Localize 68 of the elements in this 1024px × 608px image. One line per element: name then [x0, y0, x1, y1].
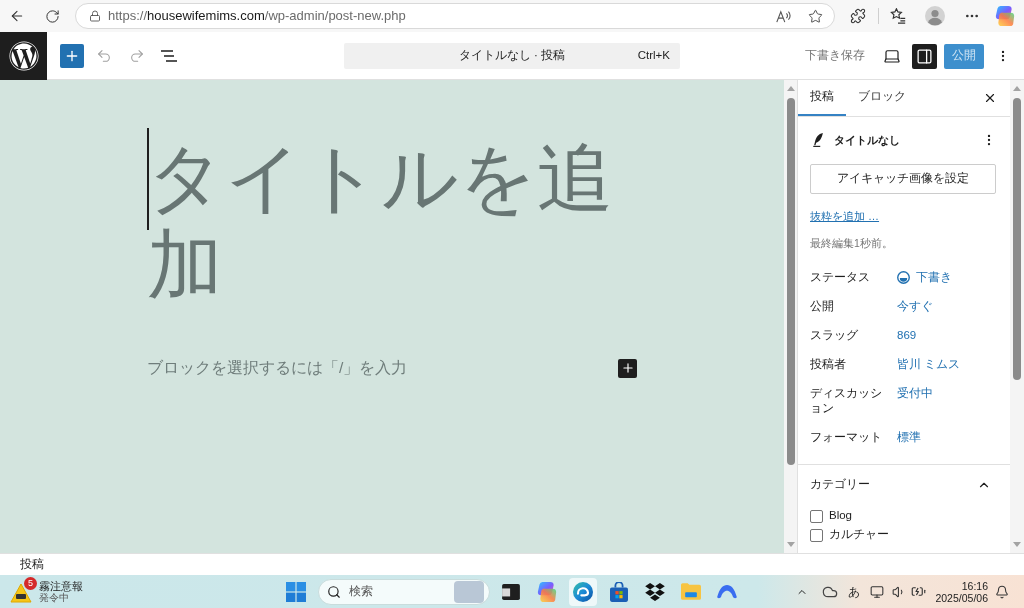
- search-field[interactable]: 検索: [318, 578, 490, 605]
- clock-time[interactable]: 16:16: [961, 579, 988, 592]
- value-link[interactable]: 標準: [897, 430, 921, 445]
- monitor-icon[interactable]: [870, 584, 885, 599]
- weather-subtitle[interactable]: 発令中: [39, 591, 83, 604]
- quill-icon: [813, 133, 824, 147]
- input-mode-indicator[interactable]: あ: [848, 582, 861, 601]
- logo-icon[interactable]: [8, 41, 39, 71]
- checkbox-label[interactable]: Blog: [829, 507, 853, 525]
- lock-icon[interactable]: [89, 10, 101, 22]
- scrollbar-track[interactable]: [1010, 80, 1024, 553]
- value-link[interactable]: 受付中: [897, 386, 933, 401]
- post-title: タイトルなし: [834, 132, 900, 149]
- address-field[interactable]: https://housewifemims.com/wp-admin/post-new.php: [75, 3, 835, 29]
- read-aloud-icon[interactable]: [776, 9, 792, 23]
- close-icon[interactable]: [983, 91, 997, 105]
- knot-icon[interactable]: [995, 6, 1015, 26]
- excerpt-link[interactable]: 抜粋を追加 …: [810, 208, 880, 224]
- shopping-bag-icon[interactable]: [610, 581, 628, 602]
- star-list-icon[interactable]: [890, 8, 906, 24]
- square-icon[interactable]: [502, 583, 520, 600]
- arc-icon[interactable]: [717, 584, 737, 599]
- illustration-placeholder: [454, 580, 484, 603]
- puzzle-icon[interactable]: [850, 8, 866, 24]
- folder-icon[interactable]: [681, 583, 701, 600]
- url-text[interactable]: https://housewifemims.com/wp-admin/post-new.php: [108, 6, 406, 26]
- profile-icon[interactable]: [925, 6, 945, 26]
- weather-title[interactable]: 霧注意報: [39, 579, 83, 592]
- field-label: スラッグ: [810, 328, 859, 343]
- search-icon[interactable]: [327, 584, 341, 599]
- diamonds-icon[interactable]: [645, 582, 665, 601]
- title-field[interactable]: タイトルを追加: [147, 134, 637, 308]
- checkbox-label[interactable]: カルチャー: [829, 526, 889, 544]
- favorite-star-icon[interactable]: [808, 8, 823, 24]
- back-icon[interactable]: [9, 8, 25, 24]
- command-palette-button[interactable]: タイトルなし · 投稿 Ctrl+K: [344, 43, 680, 69]
- value-link[interactable]: 今すぐ: [897, 299, 933, 314]
- search-placeholder[interactable]: 検索: [349, 582, 373, 601]
- value-link[interactable]: 皆川 ミムス: [897, 357, 961, 372]
- clock-date[interactable]: 2025/05/06: [935, 591, 988, 604]
- last-edited-text: 最終編集1秒前。: [810, 236, 893, 251]
- laptop-icon[interactable]: [883, 47, 901, 65]
- field-label: ディスカッション: [810, 386, 883, 416]
- checkbox[interactable]: [810, 509, 823, 523]
- scrollbar-thumb[interactable]: [786, 98, 795, 465]
- bell-icon[interactable]: [995, 584, 1009, 599]
- reload-icon[interactable]: [45, 8, 60, 24]
- field-label: 投稿者: [810, 357, 847, 372]
- scrollbar-thumb[interactable]: [1013, 98, 1021, 380]
- status-button[interactable]: 下書き: [897, 270, 952, 285]
- value-link[interactable]: 869: [897, 328, 917, 343]
- checkbox[interactable]: [810, 528, 823, 542]
- four-squares-icon[interactable]: [286, 581, 306, 602]
- panel-heading[interactable]: カテゴリー: [810, 476, 870, 494]
- battery-icon[interactable]: [911, 584, 927, 599]
- scrollbar-track[interactable]: [784, 80, 797, 553]
- field-label: ステータス: [810, 270, 871, 285]
- field-label: 公開: [810, 299, 835, 314]
- count-badge: 5: [24, 576, 37, 590]
- featured-image-button[interactable]: アイキャッチ画像を設定: [810, 164, 996, 194]
- save-draft-button[interactable]: 下書き保存: [805, 47, 865, 65]
- field-label: フォーマット: [810, 430, 883, 445]
- sidebar-tab[interactable]: ブロック: [846, 80, 918, 116]
- list-view-icon[interactable]: [161, 50, 177, 62]
- logo-button[interactable]: [0, 32, 47, 80]
- sidebar-tab[interactable]: 投稿: [798, 80, 846, 116]
- half-circle-icon: [897, 271, 910, 284]
- breadcrumb-link[interactable]: 投稿: [20, 555, 44, 574]
